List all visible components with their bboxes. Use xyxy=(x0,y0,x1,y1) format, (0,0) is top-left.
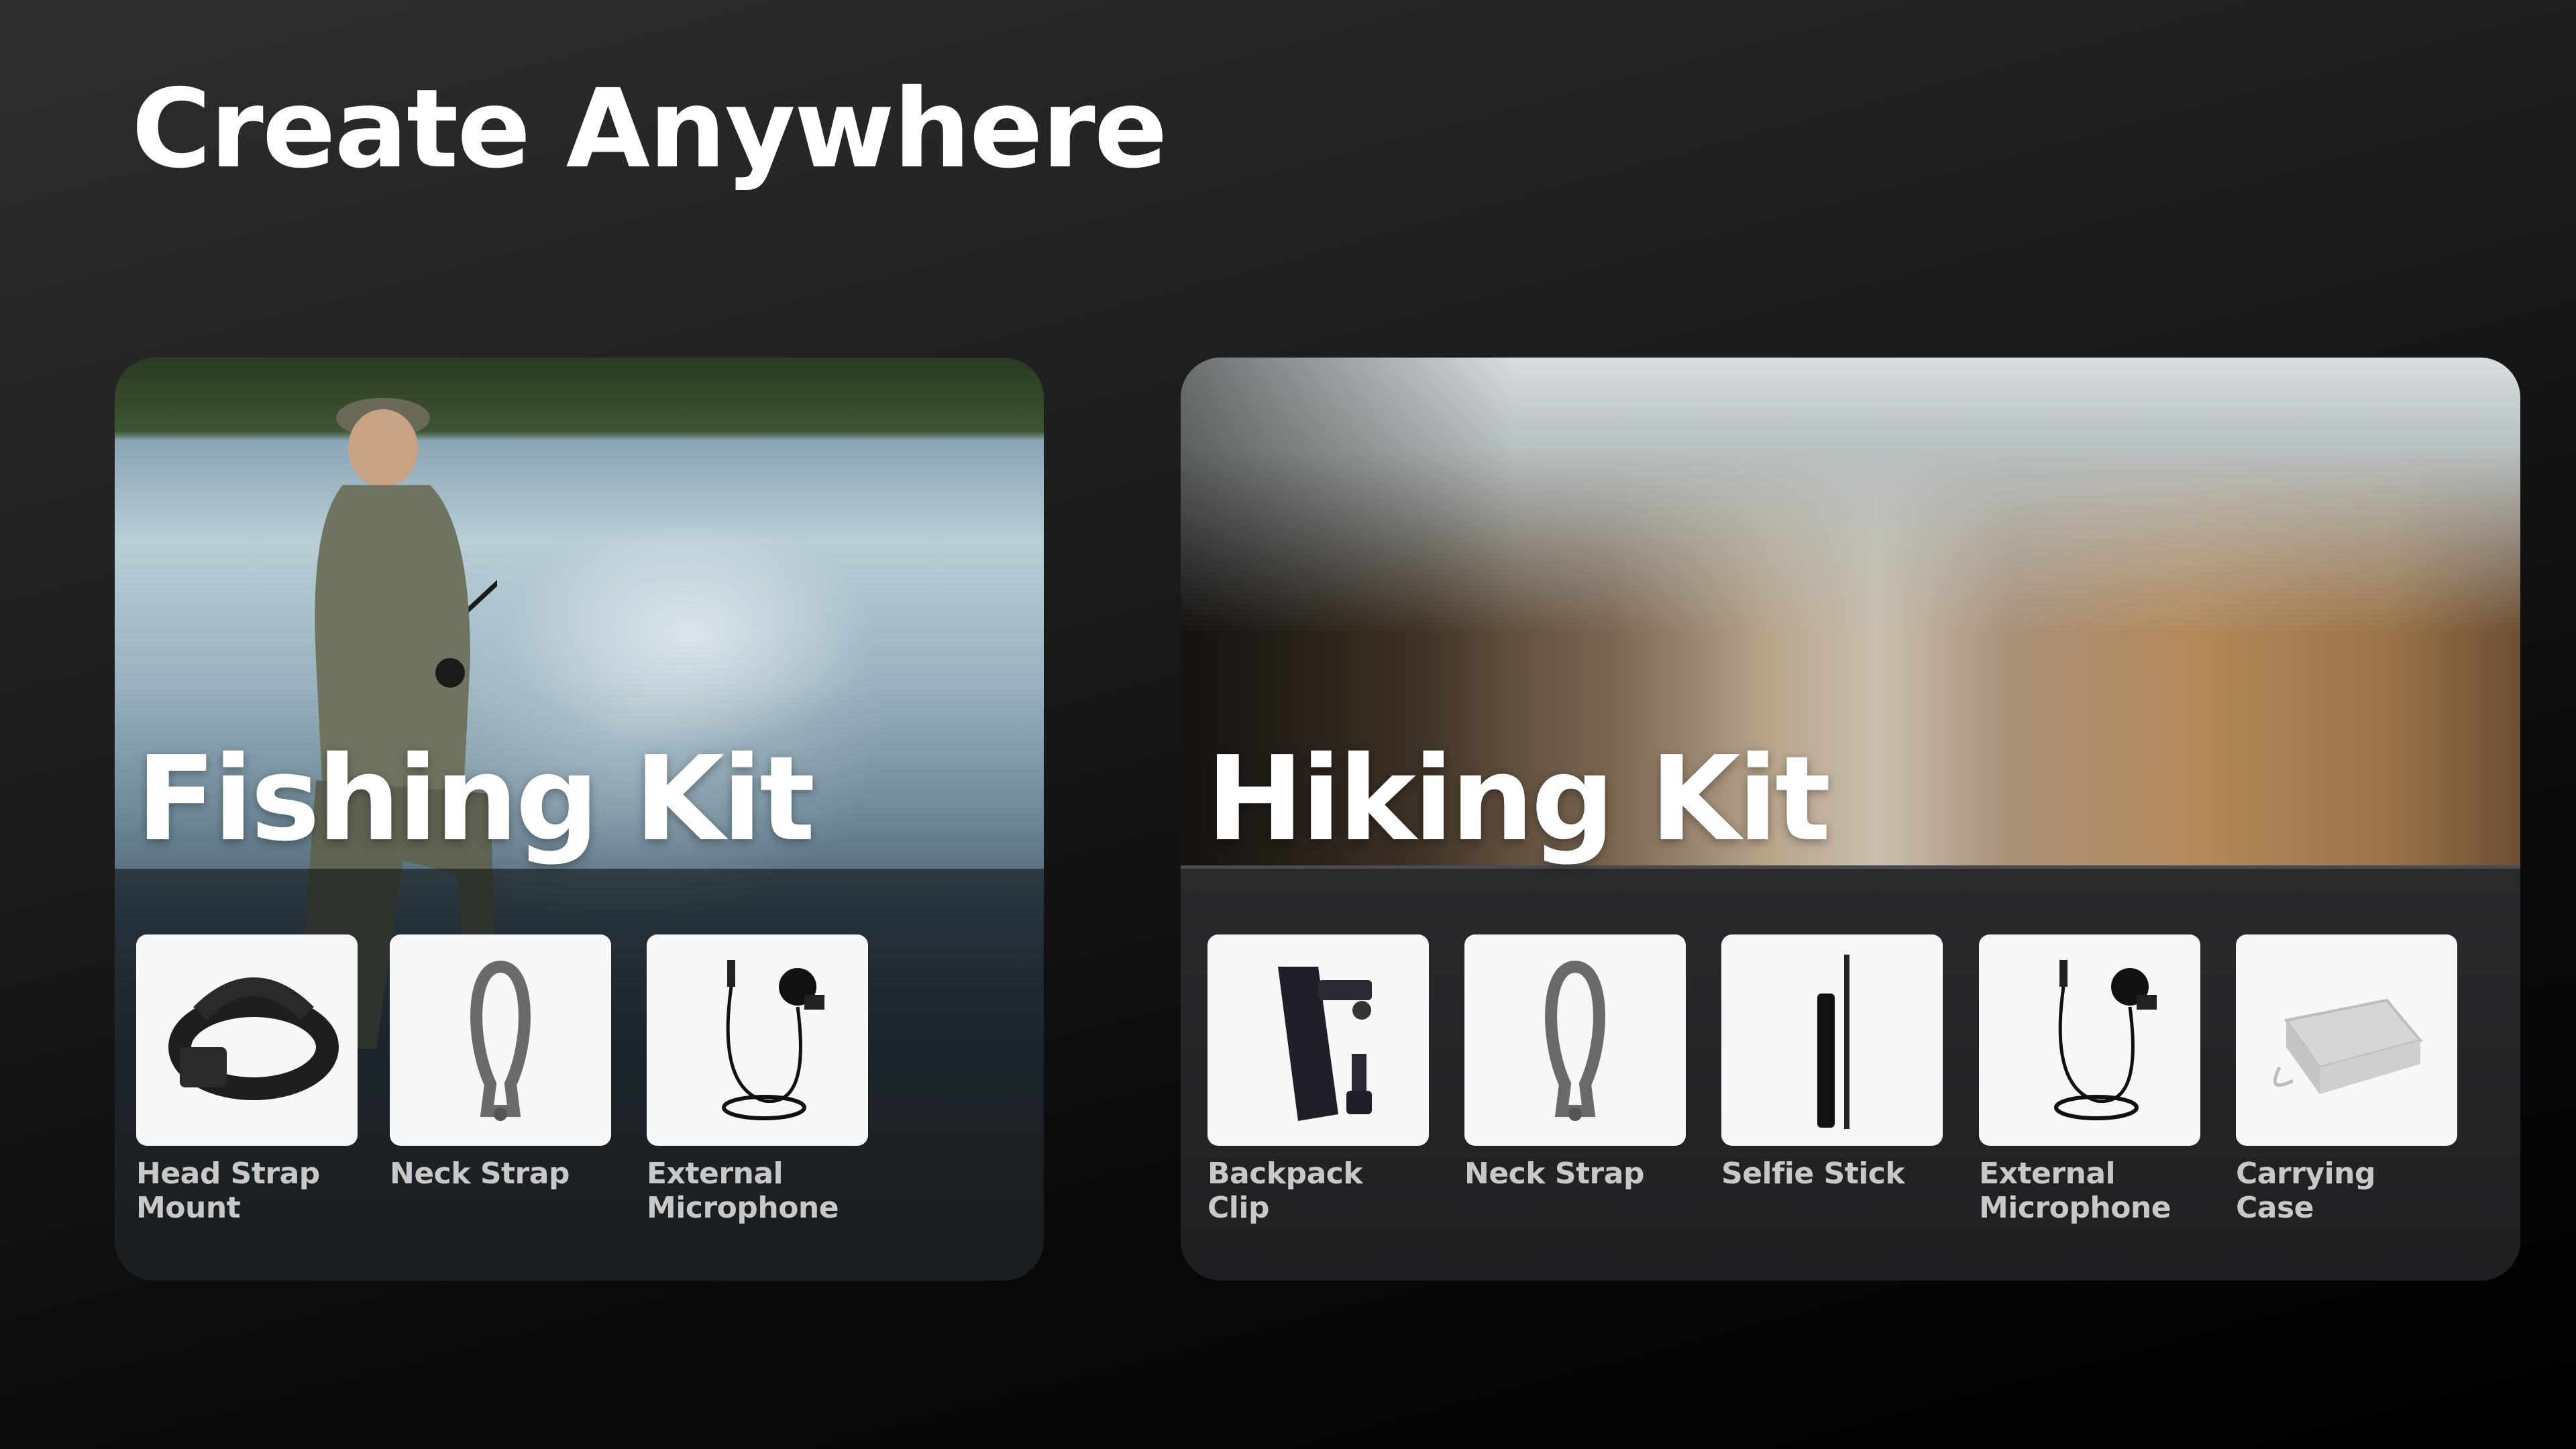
accessory-label: Head Strap Mount xyxy=(136,1157,320,1226)
accessory-card[interactable] xyxy=(2236,934,2457,1146)
accessory-label: External Microphone xyxy=(1979,1157,2171,1226)
selfie-stick-icon xyxy=(1817,954,1849,1129)
accessory-selfie-stick[interactable]: Selfie Stick xyxy=(1721,934,1943,1191)
accessory-backpack-clip[interactable]: Backpack Clip xyxy=(1208,934,1429,1225)
accessory-card[interactable] xyxy=(1721,934,1943,1146)
accessory-card[interactable] xyxy=(1979,934,2200,1146)
accessory-neck-strap[interactable]: Neck Strap xyxy=(1464,934,1686,1191)
accessory-label: Neck Strap xyxy=(390,1157,570,1191)
accessory-card[interactable] xyxy=(1208,934,1429,1146)
accessory-label: Selfie Stick xyxy=(1721,1157,1905,1191)
accessory-external-microphone[interactable]: External Microphone xyxy=(1979,934,2200,1225)
carrying-case-icon xyxy=(2273,998,2423,1094)
accessory-external-microphone[interactable]: External Microphone xyxy=(647,934,868,1225)
hiking-kit-card[interactable]: Hiking Kit Backpack Clip Neck Strap Self… xyxy=(1181,358,2520,1281)
neck-strap-icon xyxy=(1545,960,1605,1121)
head-strap-icon xyxy=(168,977,339,1100)
accessory-card[interactable] xyxy=(136,934,358,1146)
accessory-carrying-case[interactable]: Carrying Case xyxy=(2236,934,2457,1225)
accessory-head-strap-mount[interactable]: Head Strap Mount xyxy=(136,934,358,1225)
accessory-neck-strap[interactable]: Neck Strap xyxy=(390,934,611,1191)
microphone-icon xyxy=(2054,959,2157,1120)
accessory-card[interactable] xyxy=(1464,934,1686,1146)
backpack-clip-icon xyxy=(1278,966,1372,1121)
kit-title: Fishing Kit xyxy=(136,731,815,867)
neck-strap-icon xyxy=(470,960,531,1121)
accessory-label: External Microphone xyxy=(647,1157,839,1226)
kit-title: Hiking Kit xyxy=(1206,731,1831,867)
accessory-card[interactable] xyxy=(647,934,868,1146)
accessory-card[interactable] xyxy=(390,934,611,1146)
accessory-label: Carrying Case xyxy=(2236,1157,2375,1226)
page-title: Create Anywhere xyxy=(131,66,1168,193)
accessory-label: Neck Strap xyxy=(1464,1157,1644,1191)
microphone-icon xyxy=(722,959,824,1120)
fishing-kit-card[interactable]: Fishing Kit Head Strap Mount Neck Strap xyxy=(115,358,1044,1281)
accessory-label: Backpack Clip xyxy=(1208,1157,1363,1226)
